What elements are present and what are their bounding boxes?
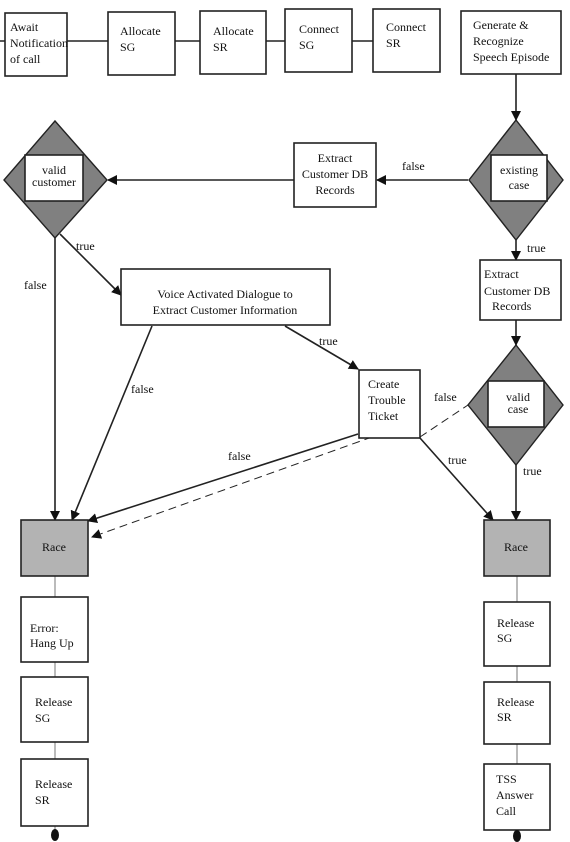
svg-text:SR: SR bbox=[35, 793, 50, 807]
decision-existing-case: existing case bbox=[468, 118, 564, 242]
svg-text:Notification: Notification bbox=[10, 36, 68, 50]
label-existing-true: true bbox=[527, 241, 546, 255]
svg-text:SG: SG bbox=[497, 631, 513, 645]
node-release-sg-left: Release SG bbox=[20, 676, 89, 743]
node-error-hang-up: Error: Hang Up bbox=[20, 596, 89, 663]
label-valid-case-false: false bbox=[434, 390, 457, 404]
svg-text:Connect: Connect bbox=[386, 20, 427, 34]
node-generate-recognize: Generate & Recognize Speech Episode bbox=[460, 10, 562, 75]
svg-text:of call: of call bbox=[10, 52, 41, 66]
svg-text:Extract: Extract bbox=[318, 151, 353, 165]
svg-text:SR: SR bbox=[386, 36, 401, 50]
svg-text:Allocate: Allocate bbox=[120, 24, 161, 38]
svg-text:Extract: Extract bbox=[484, 267, 519, 281]
label-existing-false: false bbox=[402, 159, 425, 173]
call-flow-diagram: Await Notification of call Allocate SG A… bbox=[0, 8, 564, 842]
svg-text:case: case bbox=[508, 402, 529, 416]
edge-ticket-true bbox=[419, 437, 494, 521]
node-extract-db-1: Extract Customer DB Records bbox=[293, 142, 377, 208]
svg-text:Extract Customer Information: Extract Customer Information bbox=[153, 303, 298, 317]
node-release-sg-right: Release SG bbox=[483, 601, 551, 667]
svg-text:TSS: TSS bbox=[496, 772, 517, 786]
svg-text:Trouble: Trouble bbox=[368, 393, 406, 407]
node-voice-dialogue: Voice Activated Dialogue to Extract Cust… bbox=[120, 268, 331, 326]
svg-text:Error:: Error: bbox=[30, 621, 59, 635]
svg-text:customer: customer bbox=[32, 175, 76, 189]
node-race-left: Race bbox=[20, 519, 89, 577]
svg-text:SG: SG bbox=[120, 40, 136, 54]
svg-text:Voice Activated Dialogue to: Voice Activated Dialogue to bbox=[157, 287, 292, 301]
label-voice-false: false bbox=[131, 382, 154, 396]
node-connect-sg: Connect SG bbox=[284, 8, 353, 73]
edge-ticket-false bbox=[87, 433, 359, 523]
label-valid-case-true: true bbox=[523, 464, 542, 478]
svg-text:Ticket: Ticket bbox=[368, 409, 399, 423]
svg-text:SR: SR bbox=[497, 710, 512, 724]
edge-voice-false bbox=[70, 325, 153, 521]
svg-text:SG: SG bbox=[299, 38, 315, 52]
svg-text:SG: SG bbox=[35, 711, 51, 725]
node-trouble-ticket: Create Trouble Ticket bbox=[358, 369, 421, 439]
svg-text:Records: Records bbox=[492, 299, 532, 313]
svg-text:Release: Release bbox=[497, 695, 534, 709]
svg-text:Await: Await bbox=[10, 20, 39, 34]
label-voice-true: true bbox=[319, 334, 338, 348]
svg-text:Answer: Answer bbox=[496, 788, 533, 802]
decision-valid-case: valid case bbox=[467, 343, 564, 467]
svg-text:Generate &: Generate & bbox=[473, 18, 529, 32]
svg-text:Recognize: Recognize bbox=[473, 34, 524, 48]
svg-text:Release: Release bbox=[35, 777, 72, 791]
svg-text:Speech Episode: Speech Episode bbox=[473, 50, 549, 64]
svg-text:Call: Call bbox=[496, 804, 517, 818]
label-valid-customer-false: false bbox=[24, 278, 47, 292]
node-allocate-sr: Allocate SR bbox=[199, 10, 267, 75]
svg-text:Allocate: Allocate bbox=[213, 24, 254, 38]
end-marker-left bbox=[51, 829, 59, 841]
node-tss-answer-call: TSS Answer Call bbox=[483, 763, 551, 831]
svg-text:Release: Release bbox=[497, 616, 534, 630]
node-extract-db-2: Extract Customer DB Records bbox=[479, 259, 562, 321]
end-marker-right bbox=[513, 830, 521, 842]
label-ticket-false: false bbox=[228, 449, 251, 463]
node-allocate-sg: Allocate SG bbox=[107, 11, 176, 76]
label-ticket-true: true bbox=[448, 453, 467, 467]
svg-text:existing: existing bbox=[500, 163, 538, 177]
edge-valid-case-false bbox=[419, 404, 469, 438]
svg-text:Records: Records bbox=[315, 183, 355, 197]
svg-text:Race: Race bbox=[42, 540, 66, 554]
svg-text:SR: SR bbox=[213, 40, 228, 54]
node-connect-sr: Connect SR bbox=[372, 8, 441, 73]
svg-text:Race: Race bbox=[504, 540, 528, 554]
svg-text:case: case bbox=[509, 178, 530, 192]
svg-text:Hang Up: Hang Up bbox=[30, 636, 74, 650]
label-valid-customer-true: true bbox=[76, 239, 95, 253]
decision-valid-customer: valid customer bbox=[3, 119, 108, 240]
svg-text:Create: Create bbox=[368, 377, 399, 391]
node-await-notification: Await Notification of call bbox=[4, 12, 68, 77]
svg-text:Customer DB: Customer DB bbox=[484, 284, 550, 298]
svg-text:Release: Release bbox=[35, 695, 72, 709]
svg-text:Customer DB: Customer DB bbox=[302, 167, 368, 181]
node-release-sr-left: Release SR bbox=[20, 758, 89, 827]
svg-text:Connect: Connect bbox=[299, 22, 340, 36]
node-release-sr-right: Release SR bbox=[483, 681, 551, 745]
node-race-right: Race bbox=[483, 519, 551, 577]
